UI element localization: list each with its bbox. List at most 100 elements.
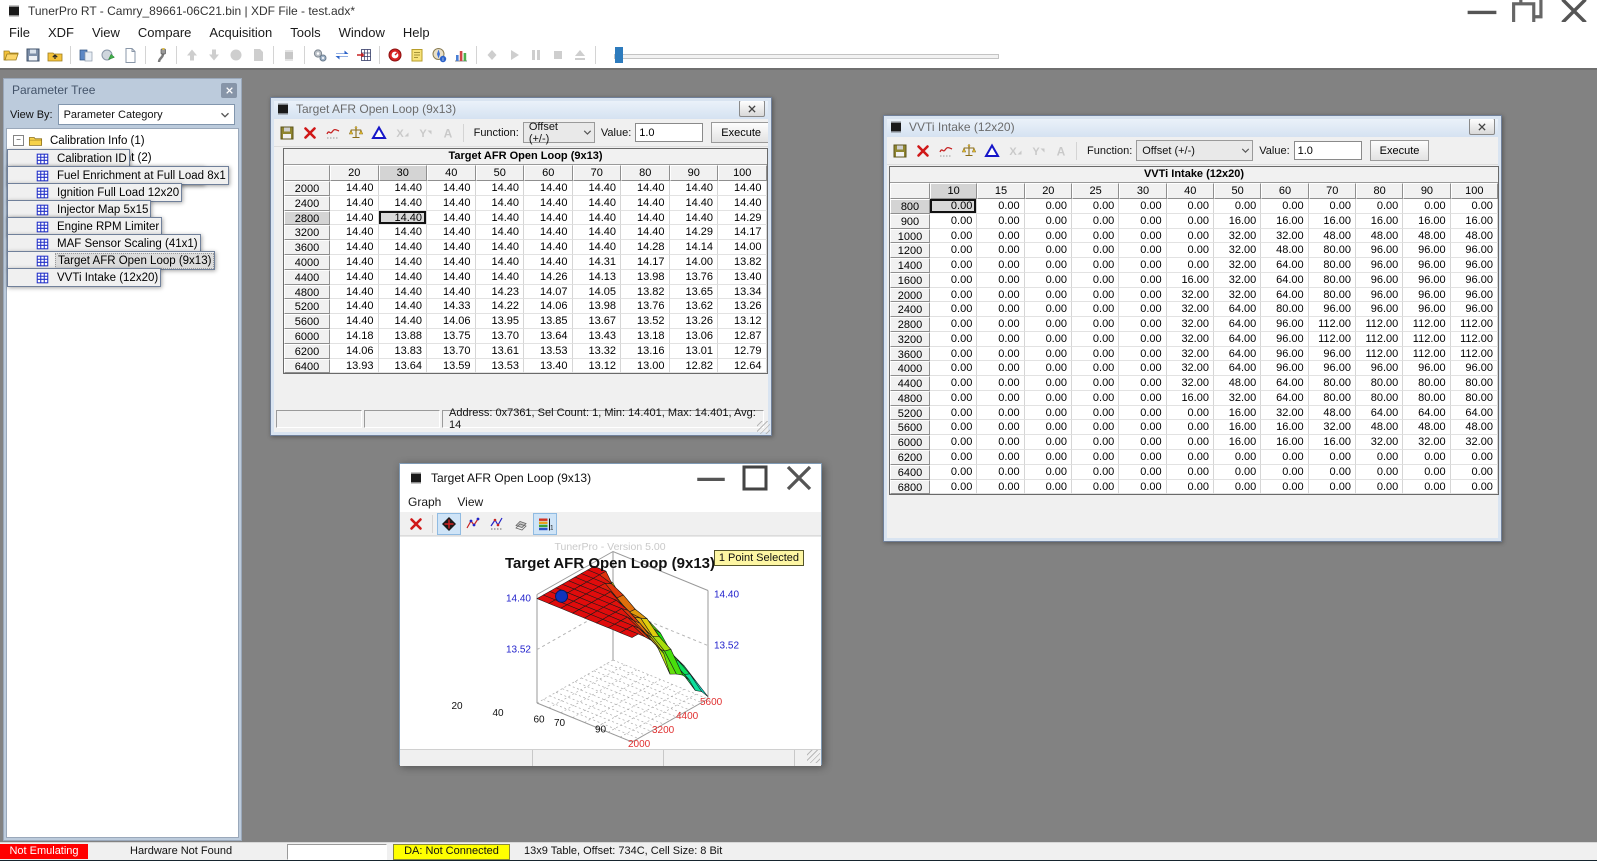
column-header[interactable]: 90 (670, 165, 719, 181)
tree-item[interactable]: VVTi Intake (12x20) (7, 268, 161, 287)
table-cell[interactable]: 13.76 (670, 270, 719, 285)
table-cell[interactable]: 0.00 (1261, 465, 1308, 480)
table-cell[interactable]: 0.00 (1025, 302, 1072, 317)
table-cell[interactable]: 0.00 (930, 420, 977, 435)
table-cell[interactable]: 13.40 (718, 270, 767, 285)
table-cell[interactable]: 16.00 (1261, 420, 1308, 435)
table-cell[interactable]: 0.00 (930, 406, 977, 421)
table-cell[interactable]: 14.40 (427, 211, 476, 226)
table-cell[interactable]: 0.00 (1167, 406, 1214, 421)
table-cell[interactable]: 0.00 (977, 214, 1024, 229)
column-header[interactable]: 80 (621, 165, 670, 181)
axis-x-icon[interactable]: X (390, 122, 413, 143)
column-header[interactable]: 15 (977, 183, 1024, 199)
table-cell[interactable]: 0.00 (1119, 214, 1166, 229)
table-cell[interactable]: 0.00 (977, 376, 1024, 391)
table-cell[interactable]: 0.00 (1309, 465, 1356, 480)
table-cell[interactable]: 96.00 (1403, 361, 1450, 376)
table-cell[interactable]: 112.00 (1356, 317, 1403, 332)
row-header[interactable]: 1600 (890, 273, 930, 288)
table-cell[interactable]: 0.00 (1119, 347, 1166, 362)
table-cell[interactable]: 0.00 (1309, 450, 1356, 465)
table-cell[interactable]: 32.00 (1214, 229, 1261, 244)
table-cell[interactable]: 14.40 (476, 196, 525, 211)
table-cell[interactable]: 64.00 (1356, 406, 1403, 421)
chip-upload-icon[interactable] (278, 45, 300, 65)
table-cell[interactable]: 0.00 (1119, 376, 1166, 391)
table-cell[interactable]: 80.00 (1309, 391, 1356, 406)
table-cell[interactable]: 96.00 (1451, 361, 1498, 376)
graph-minimize-button[interactable] (689, 464, 733, 492)
column-header[interactable]: 70 (1309, 183, 1356, 199)
table-cell[interactable]: 0.00 (1072, 288, 1119, 303)
value-input[interactable] (1294, 141, 1362, 160)
table-cell[interactable]: 14.40 (476, 225, 525, 240)
row-header[interactable]: 1200 (890, 243, 930, 258)
row-header[interactable]: 2000 (284, 181, 330, 196)
table-cell[interactable]: 0.00 (1072, 450, 1119, 465)
row-header[interactable]: 4800 (890, 391, 930, 406)
scale-balance-icon[interactable] (957, 140, 980, 161)
table-cell[interactable]: 0.00 (1119, 273, 1166, 288)
table-cell[interactable]: 80.00 (1261, 302, 1308, 317)
table-cell[interactable]: 48.00 (1451, 229, 1498, 244)
table-cell[interactable]: 0.00 (1025, 199, 1072, 214)
table-cell[interactable]: 14.40 (379, 211, 428, 226)
table-cell[interactable]: 0.00 (1261, 480, 1308, 495)
table-cell[interactable]: 14.07 (524, 285, 573, 300)
table-cell[interactable]: 0.00 (930, 288, 977, 303)
table-cell[interactable]: 48.00 (1403, 420, 1450, 435)
table-cell[interactable]: 16.00 (1214, 420, 1261, 435)
table-cell[interactable]: 32.00 (1167, 332, 1214, 347)
table-cell[interactable]: 96.00 (1261, 332, 1308, 347)
table-cell[interactable]: 14.40 (476, 211, 525, 226)
table-cell[interactable]: 80.00 (1309, 258, 1356, 273)
table-cell[interactable]: 16.00 (1214, 406, 1261, 421)
menu-item-compare[interactable]: Compare (129, 25, 200, 40)
table-cell[interactable]: 14.40 (524, 240, 573, 255)
table-cell[interactable]: 0.00 (1119, 391, 1166, 406)
stop-icon[interactable] (547, 45, 569, 65)
table-cell[interactable]: 0.00 (1025, 465, 1072, 480)
table-cell[interactable]: 0.00 (977, 229, 1024, 244)
table-cell[interactable]: 96.00 (1261, 361, 1308, 376)
table-cell[interactable]: 0.00 (930, 480, 977, 495)
table-cell[interactable]: 32.00 (1356, 435, 1403, 450)
table-cell[interactable]: 14.40 (379, 240, 428, 255)
table-cell[interactable]: 14.40 (427, 181, 476, 196)
table-cell[interactable]: 13.53 (476, 359, 525, 374)
table-cell[interactable]: 0.00 (1072, 332, 1119, 347)
row-header[interactable]: 4400 (890, 376, 930, 391)
table-cell[interactable]: 0.00 (1072, 376, 1119, 391)
view-by-dropdown[interactable]: Parameter Category (58, 104, 235, 125)
chart-trace-icon[interactable] (485, 513, 509, 535)
table-cell[interactable]: 0.00 (977, 480, 1024, 495)
table-cell[interactable]: 112.00 (1403, 332, 1450, 347)
table-cell[interactable]: 13.64 (379, 359, 428, 374)
table-cell[interactable]: 64.00 (1214, 332, 1261, 347)
table-cell[interactable]: 0.00 (1167, 465, 1214, 480)
row-header[interactable]: 900 (890, 214, 930, 229)
table-cell[interactable]: 32.00 (1214, 258, 1261, 273)
row-header[interactable]: 2400 (284, 196, 330, 211)
table-cell[interactable]: 13.82 (621, 285, 670, 300)
table-cell[interactable]: 0.00 (1167, 243, 1214, 258)
bar-chart-icon[interactable] (450, 45, 472, 65)
column-header[interactable]: 60 (1261, 183, 1308, 199)
table-cell[interactable]: 64.00 (1214, 361, 1261, 376)
table-cell[interactable]: 13.95 (476, 314, 525, 329)
row-header[interactable]: 2000 (890, 288, 930, 303)
row-header[interactable]: 4400 (284, 270, 330, 285)
table-cell[interactable]: 14.31 (573, 255, 622, 270)
table-cell[interactable]: 14.40 (476, 270, 525, 285)
row-header[interactable]: 6400 (890, 465, 930, 480)
table-cell[interactable]: 13.12 (573, 359, 622, 374)
table-cell[interactable]: 14.40 (621, 211, 670, 226)
save-olive-icon[interactable] (888, 140, 911, 161)
column-header[interactable]: 70 (573, 165, 622, 181)
table-cell[interactable]: 0.00 (1403, 465, 1450, 480)
table-cell[interactable]: 96.00 (1356, 273, 1403, 288)
table-cell[interactable]: 14.18 (330, 329, 379, 344)
table-cell[interactable]: 14.40 (330, 211, 379, 226)
delta-blue-icon[interactable] (980, 140, 1003, 161)
